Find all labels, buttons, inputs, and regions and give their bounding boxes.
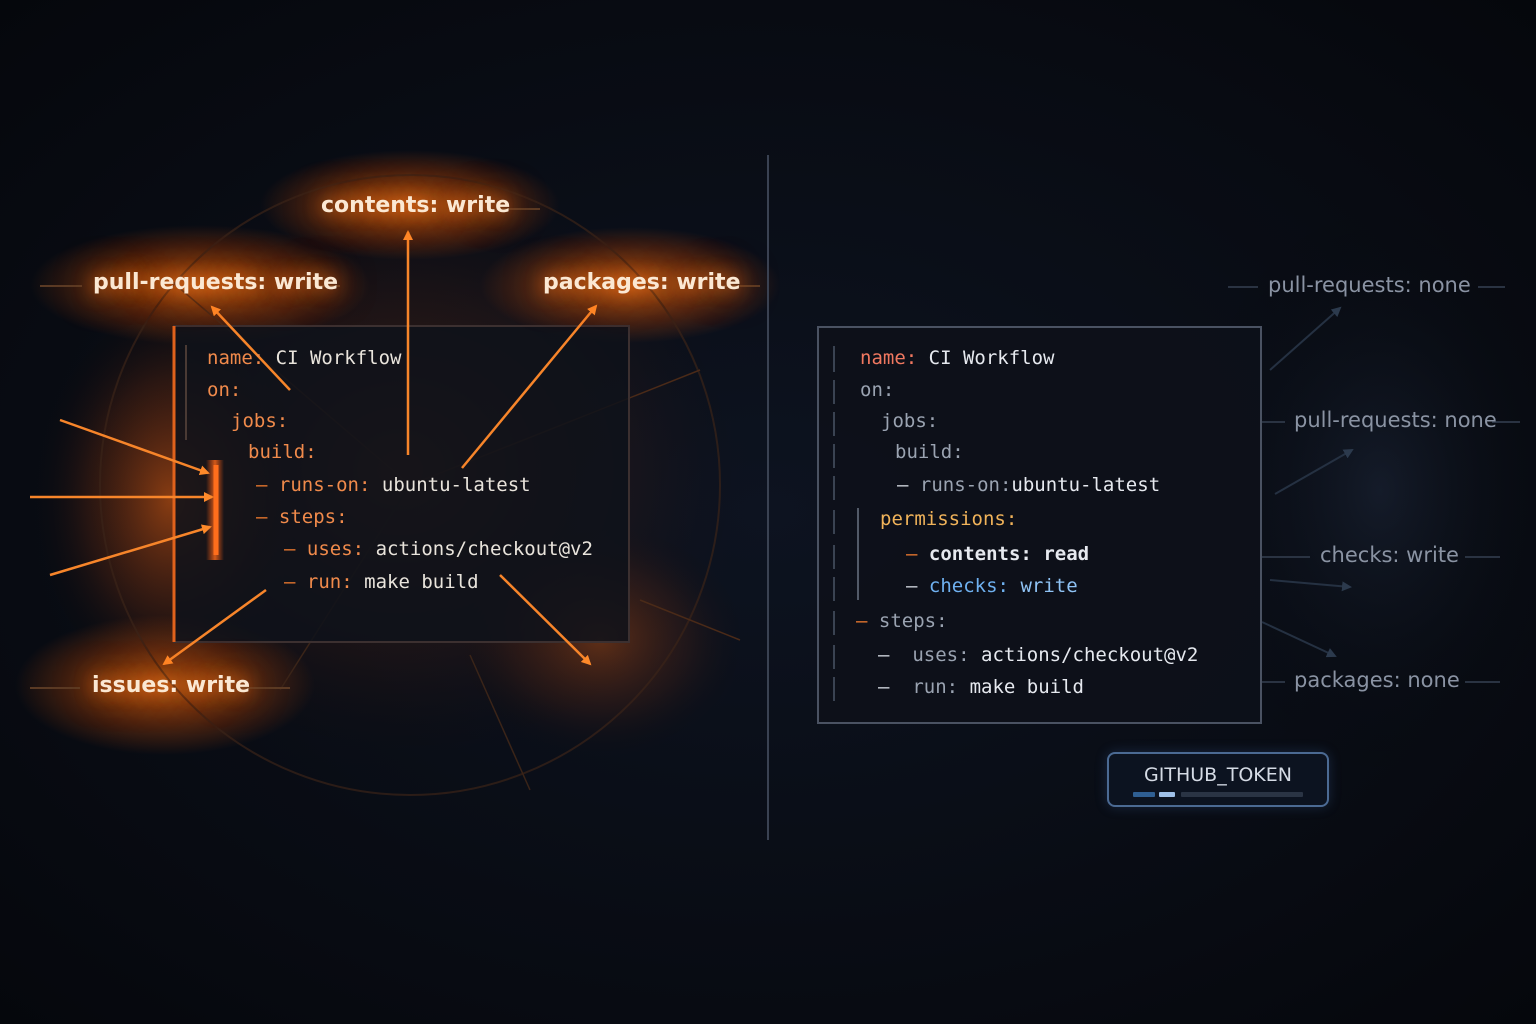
left-code-line-name: name: CI Workflow bbox=[207, 347, 402, 369]
diagram-canvas bbox=[15, 150, 1536, 840]
left-key-steps: steps: bbox=[278, 506, 348, 528]
right-code-line-permissions: permissions: bbox=[880, 508, 1017, 530]
right-key-build: build: bbox=[895, 441, 964, 463]
right-dash: – bbox=[878, 676, 890, 698]
left-code-line-build: build: bbox=[248, 441, 317, 463]
left-key-on: on: bbox=[207, 379, 242, 401]
left-code-line-steps: – steps: bbox=[256, 506, 348, 528]
right-code-line-jobs: jobs: bbox=[881, 410, 938, 432]
left-key-jobs: jobs: bbox=[231, 410, 289, 432]
token-bar-segment bbox=[1133, 792, 1155, 797]
right-code-line-run: – run: make build bbox=[878, 676, 1084, 698]
right-code-line-steps: – steps: bbox=[856, 610, 948, 632]
left-val-uses: actions/checkout@v2 bbox=[375, 538, 593, 560]
label-contents-write: contents: write bbox=[321, 193, 511, 218]
right-code-line-runs-on: – runs-on:ubuntu-latest bbox=[897, 474, 1160, 496]
right-key-contents: contents: bbox=[928, 543, 1032, 565]
right-dash-orange: – bbox=[906, 543, 918, 565]
token-bar-segment bbox=[1159, 792, 1175, 797]
right-key-jobs: jobs: bbox=[881, 410, 939, 432]
left-key-build: build: bbox=[248, 441, 317, 463]
label-pull-requests-none-2: pull-requests: none bbox=[1294, 408, 1497, 432]
right-val-uses: actions/checkout@v2 bbox=[981, 644, 1199, 666]
github-token-progress bbox=[1133, 792, 1303, 797]
left-dash: – bbox=[284, 571, 296, 593]
right-code-line-on: on: bbox=[860, 379, 894, 401]
left-dash: – bbox=[284, 538, 296, 560]
right-key-permissions: permissions: bbox=[880, 508, 1018, 530]
right-key-uses: uses: bbox=[912, 644, 970, 666]
github-token-label: GITHUB_TOKEN bbox=[1144, 764, 1292, 786]
right-code-line-contents: – contents: read bbox=[906, 543, 1089, 565]
right-code-line-uses: – uses: actions/checkout@v2 bbox=[878, 644, 1198, 666]
right-key-checks: checks: bbox=[928, 575, 1009, 597]
label-pull-requests-write: pull-requests: write bbox=[93, 270, 339, 295]
label-packages-write: packages: write bbox=[543, 270, 741, 295]
right-key-steps: steps: bbox=[878, 610, 948, 632]
token-bar-segment bbox=[1181, 792, 1303, 797]
left-key-run: run: bbox=[306, 571, 353, 593]
right-dash: – bbox=[906, 575, 918, 597]
label-pull-requests-none-1: pull-requests: none bbox=[1268, 273, 1471, 297]
left-code-line-jobs: jobs: bbox=[231, 410, 288, 432]
left-code-line-on: on: bbox=[207, 379, 241, 401]
left-dash: – bbox=[256, 474, 268, 496]
left-val-runs-on: ubuntu-latest bbox=[381, 474, 531, 496]
right-val-name: CI Workflow bbox=[928, 347, 1055, 369]
left-code-line-run: – run: make build bbox=[284, 571, 479, 593]
right-code-line-name: name: CI Workflow bbox=[860, 347, 1055, 369]
left-val-name: CI Workflow bbox=[275, 347, 402, 369]
right-key-run: run: bbox=[912, 676, 959, 698]
right-dash: – bbox=[897, 474, 909, 496]
label-issues-write: issues: write bbox=[92, 673, 251, 698]
label-checks-write: checks: write bbox=[1320, 543, 1459, 567]
right-code-block: name: CI Workflow on: jobs: build: – run… bbox=[0, 0, 1198, 698]
right-val-checks: write bbox=[1020, 575, 1078, 597]
right-key-runs-on: runs-on: bbox=[919, 474, 1012, 496]
right-dash: – bbox=[878, 644, 890, 666]
right-key-on: on: bbox=[860, 379, 895, 401]
right-val-runs-on: ubuntu-latest bbox=[1011, 474, 1161, 496]
left-val-run: make build bbox=[364, 571, 479, 593]
left-code-line-uses: – uses: actions/checkout@v2 bbox=[284, 538, 593, 560]
right-code-line-build: build: bbox=[895, 441, 964, 463]
left-key-uses: uses: bbox=[306, 538, 365, 560]
left-key-runs-on: runs-on: bbox=[278, 474, 371, 496]
right-key-name: name: bbox=[860, 347, 918, 369]
right-val-run: make build bbox=[969, 676, 1084, 698]
left-code-line-runs-on: – runs-on: ubuntu-latest bbox=[256, 474, 531, 496]
github-token-badge: GITHUB_TOKEN bbox=[1107, 752, 1329, 807]
right-code-line-checks: – checks: write bbox=[906, 575, 1078, 597]
left-dash: – bbox=[256, 506, 268, 528]
left-key-name: name: bbox=[207, 347, 265, 369]
right-val-contents: read bbox=[1043, 543, 1090, 565]
right-dash-orange: – bbox=[856, 610, 868, 632]
label-packages-none: packages: none bbox=[1294, 668, 1460, 692]
